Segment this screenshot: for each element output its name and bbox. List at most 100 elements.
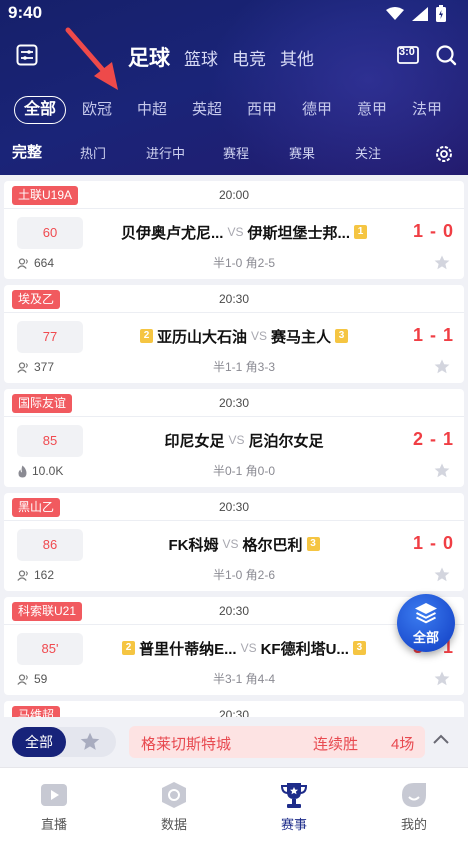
half-corner-stats: 半1-0 角2-6: [212, 568, 276, 582]
filter-schedule[interactable]: 赛程: [223, 143, 249, 162]
away-team: 尼泊尔女足: [248, 432, 324, 450]
nav-data-label: 数据: [160, 817, 187, 832]
match-card[interactable]: 国际友谊 20:30 85 10.0K 印尼女足 VS 尼泊尔女足 2 - 1 …: [4, 389, 464, 487]
battery-icon: [436, 5, 446, 22]
users-icon: [17, 257, 28, 269]
favorite-star-icon[interactable]: [434, 671, 450, 686]
status-bar: 9:40: [0, 0, 468, 28]
play-icon: [41, 784, 67, 806]
match-card[interactable]: 黑山乙 20:30 86 162 FK科姆 VS 格尔巴利 3 1 - 0 半1…: [4, 493, 464, 591]
filter-hot[interactable]: 热门: [80, 143, 106, 162]
settings-panel-icon[interactable]: [14, 42, 40, 68]
tab-esports[interactable]: 电竞: [232, 45, 266, 70]
chevron-up-icon[interactable]: [432, 733, 450, 745]
profile-icon: [402, 783, 426, 807]
filter-live[interactable]: 进行中: [146, 143, 185, 162]
teams: 贝伊奥卢尤尼... VS 伊斯坦堡士邦... 1: [94, 219, 394, 245]
nav-data[interactable]: 数据: [134, 780, 214, 833]
match-card[interactable]: 科索联U21 20:30 85' 59 2 普里什蒂纳E... VS KF德利塔…: [4, 597, 464, 695]
match-minute: 85': [17, 633, 83, 665]
match-card-header: 黑山乙 20:30: [4, 493, 464, 521]
fab-label: 全部: [412, 630, 439, 645]
home-team: 亚历山大石油: [156, 328, 247, 346]
star-tab-icon[interactable]: [80, 732, 100, 751]
teams: 2 普里什蒂纳E... VS KF德利塔U... 3: [94, 635, 394, 661]
tab-basketball[interactable]: 篮球: [184, 45, 218, 70]
tab-football[interactable]: 足球: [128, 42, 170, 72]
all-matches-fab[interactable]: 全部: [397, 594, 455, 652]
filter-tabs: 完整 热门 进行中 赛程 赛果 关注: [0, 140, 468, 166]
trophy-icon: [280, 783, 308, 808]
away-team: 伊斯坦堡士邦...: [247, 224, 351, 242]
kickoff-time: 20:30: [218, 396, 250, 410]
scoreboard-icon[interactable]: 3:0: [396, 45, 420, 65]
streak-count: 4场: [391, 736, 415, 753]
streak-info[interactable]: 格莱切斯特城 连续胜 4场: [129, 726, 425, 758]
search-icon[interactable]: [434, 43, 458, 67]
league-tab-csl[interactable]: 中超: [137, 96, 167, 124]
vs-label: VS: [222, 537, 239, 551]
favorite-star-icon[interactable]: [434, 255, 450, 270]
viewer-count-value: 59: [34, 672, 48, 686]
flame-icon: [18, 465, 27, 477]
league-tabs: 全部 欧冠 中超 英超 西甲 德甲 意甲 法甲: [0, 96, 468, 124]
filter-complete[interactable]: 完整: [12, 141, 42, 162]
nav-live[interactable]: 直播: [14, 780, 94, 833]
home-team: 贝伊奥卢尤尼...: [120, 224, 224, 242]
score: 1 - 0: [412, 221, 454, 241]
users-icon: [17, 361, 28, 373]
home-rank: 2: [139, 329, 153, 343]
league-tab-epl[interactable]: 英超: [192, 96, 222, 124]
filter-results[interactable]: 赛果: [289, 143, 315, 162]
data-shield-icon: [162, 782, 186, 808]
nav-mine-label: 我的: [400, 817, 427, 832]
home-team: 普里什蒂纳E...: [139, 640, 237, 658]
kickoff-time: 20:30: [218, 708, 250, 717]
viewer-count: 664: [17, 256, 54, 270]
league-tab-ligue1[interactable]: 法甲: [412, 96, 442, 124]
score: 1 - 1: [412, 325, 454, 345]
match-card[interactable]: 马维超 20:30: [4, 701, 464, 717]
league-tab-bundesliga[interactable]: 德甲: [302, 96, 332, 124]
nav-events[interactable]: 赛事: [254, 780, 334, 833]
layers-icon: [415, 603, 437, 624]
nav-live-label: 直播: [40, 817, 67, 832]
away-team: 格尔巴利: [242, 536, 303, 554]
favorite-star-icon[interactable]: [434, 567, 450, 582]
league-tab-seriea[interactable]: 意甲: [357, 96, 387, 124]
league-tab-all[interactable]: 全部: [14, 96, 67, 124]
home-rank: 2: [122, 641, 136, 655]
kickoff-time: 20:30: [218, 500, 250, 514]
red-arrow-annotation: [65, 27, 118, 90]
vs-label: VS: [227, 225, 244, 239]
bottom-nav: 直播 数据 赛事 我的: [0, 767, 468, 843]
vs-label: VS: [240, 641, 257, 655]
half-corner-stats: 半1-0 角2-5: [212, 256, 276, 270]
streak-tab-all[interactable]: 全部: [12, 727, 66, 757]
match-card[interactable]: 土联U19A 20:00 60 664 贝伊奥卢尤尼... VS 伊斯坦堡士邦.…: [4, 181, 464, 279]
filter-followed[interactable]: 关注: [355, 143, 381, 162]
favorite-star-icon[interactable]: [434, 463, 450, 478]
gear-icon[interactable]: [432, 142, 456, 166]
favorite-star-icon[interactable]: [434, 359, 450, 374]
vs-label: VS: [250, 329, 267, 343]
match-card[interactable]: 埃及乙 20:30 77 377 2 亚历山大石油 VS 赛马主人 3 1 - …: [4, 285, 464, 383]
users-icon: [17, 569, 28, 581]
teams: 2 亚历山大石油 VS 赛马主人 3: [94, 323, 394, 349]
kickoff-time: 20:30: [218, 292, 250, 306]
nav-mine[interactable]: 我的: [374, 780, 454, 833]
match-card-header: 科索联U21 20:30: [4, 597, 464, 625]
viewer-count-value: 377: [34, 360, 55, 374]
tab-other[interactable]: 其他: [280, 45, 314, 70]
status-time: 9:40: [8, 3, 43, 22]
league-tab-ucl[interactable]: 欧冠: [82, 96, 112, 124]
league-tab-laliga[interactable]: 西甲: [247, 96, 277, 124]
match-card-header: 国际友谊 20:30: [4, 389, 464, 417]
away-rank: 3: [352, 641, 366, 655]
match-minute: 85: [17, 425, 83, 457]
nav-events-label: 赛事: [280, 817, 307, 832]
away-rank: 1: [354, 225, 368, 239]
kickoff-time: 20:00: [218, 188, 250, 202]
viewer-count: 59: [17, 672, 47, 686]
signal-icon: [412, 6, 428, 21]
